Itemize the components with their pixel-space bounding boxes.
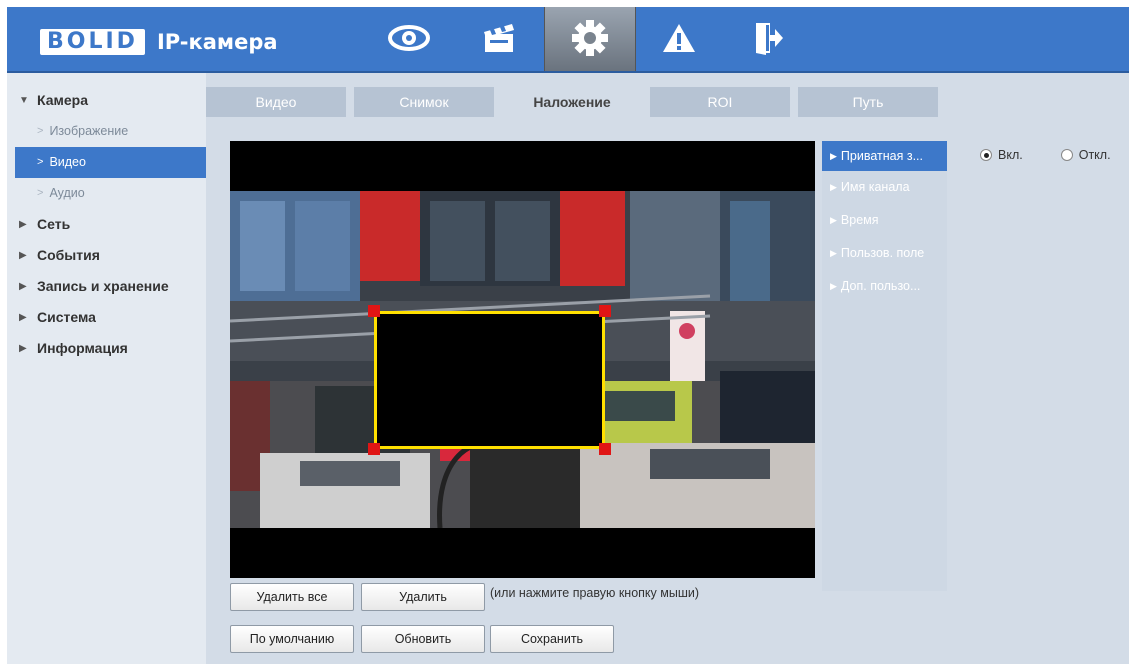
triangle-right-icon: ▶ — [830, 151, 837, 161]
overlay-item-extra-custom[interactable]: ▶ Доп. пользо... — [822, 270, 947, 303]
sidebar-item-label: Информация — [37, 340, 128, 356]
sidebar-subitem-label: Изображение — [49, 124, 129, 138]
radio-off[interactable] — [1060, 149, 1073, 161]
video-preview[interactable] — [230, 141, 815, 578]
triangle-right-icon: ▶ — [19, 343, 27, 354]
triangle-right-icon: ▶ — [19, 250, 27, 261]
gear-icon — [570, 18, 610, 61]
overlay-item-privacy[interactable]: ▶ Приватная з... — [822, 141, 947, 171]
sidebar-subitem-audio[interactable]: > Аудио — [7, 178, 206, 209]
triangle-right-icon: ▶ — [19, 219, 27, 230]
nav-live-button[interactable] — [364, 7, 454, 71]
nav-settings-button[interactable] — [544, 7, 636, 71]
product-name: IP-камера — [156, 30, 278, 54]
radio-on[interactable] — [980, 149, 992, 161]
radio-off-label: Откл. — [1078, 148, 1111, 162]
chevron-right-icon: > — [37, 156, 44, 168]
refresh-button[interactable]: Обновить — [361, 625, 485, 653]
sidebar-subitem-video[interactable]: > Видео — [15, 147, 206, 178]
sidebar-item-label: Камера — [37, 92, 88, 108]
overlay-item-label: Время — [840, 213, 879, 227]
triangle-right-icon: ▶ — [19, 281, 27, 292]
sidebar-item-storage[interactable]: ▶ Запись и хранение — [7, 271, 206, 302]
warning-icon — [661, 22, 697, 57]
resize-handle[interactable] — [599, 443, 611, 455]
radio-on-label: Вкл. — [998, 148, 1023, 162]
triangle-right-icon: ▶ — [830, 281, 837, 291]
tab-roi[interactable]: ROI — [650, 87, 790, 117]
triangle-right-icon: ▶ — [19, 312, 27, 323]
sidebar-item-label: События — [37, 247, 100, 263]
resize-handle[interactable] — [368, 443, 380, 455]
nav-logout-button[interactable] — [724, 7, 814, 71]
tab-path[interactable]: Путь — [798, 87, 938, 117]
delete-all-button[interactable]: Удалить все — [230, 583, 354, 611]
tab-snapshot[interactable]: Снимок — [354, 87, 494, 117]
default-button[interactable]: По умолчанию — [230, 625, 354, 653]
sidebar: ▼ Камера > Изображение > Видео > Аудио ▶… — [7, 73, 206, 664]
overlay-type-list: ▶ Приватная з... ▶ Имя канала ▶ Время ▶ … — [822, 141, 947, 591]
clapperboard-icon — [482, 22, 516, 57]
sidebar-subitem-label: Видео — [49, 155, 86, 169]
resize-handle[interactable] — [368, 305, 380, 317]
tab-overlay[interactable]: Наложение — [502, 87, 642, 117]
exit-icon — [754, 21, 784, 58]
nav-alarm-button[interactable] — [634, 7, 724, 71]
overlay-item-channel-name[interactable]: ▶ Имя канала — [822, 171, 947, 204]
triangle-right-icon: ▶ — [830, 215, 837, 225]
resize-handle[interactable] — [599, 305, 611, 317]
delete-button[interactable]: Удалить — [361, 583, 485, 611]
chevron-right-icon: > — [37, 187, 44, 199]
sidebar-item-system[interactable]: ▶ Система — [7, 302, 206, 333]
sidebar-item-label: Запись и хранение — [37, 278, 169, 294]
content-panel: Видео Снимок Наложение ROI Путь ▶ Приват… — [206, 73, 1129, 664]
nav-playback-button[interactable] — [454, 7, 544, 71]
tab-bar: Видео Снимок Наложение ROI Путь — [206, 87, 946, 117]
overlay-item-label: Приватная з... — [840, 149, 923, 163]
eye-icon — [388, 24, 430, 55]
logo-mark: BOLID — [40, 29, 145, 55]
triangle-right-icon: ▶ — [830, 182, 837, 192]
tab-video[interactable]: Видео — [206, 87, 346, 117]
save-button[interactable]: Сохранить — [490, 625, 614, 653]
triangle-right-icon: ▶ — [830, 248, 837, 258]
delete-hint: (или нажмите правую кнопку мыши) — [490, 586, 700, 600]
chevron-right-icon: > — [37, 125, 44, 137]
sidebar-item-info[interactable]: ▶ Информация — [7, 333, 206, 364]
sidebar-subitem-label: Аудио — [49, 186, 85, 200]
privacy-mask-area[interactable] — [374, 311, 605, 449]
sidebar-item-camera[interactable]: ▼ Камера — [7, 85, 206, 116]
privacy-toggle: Вкл. Откл. — [980, 148, 1111, 162]
overlay-item-label: Доп. пользо... — [840, 279, 921, 293]
logo: BOLID IP-камера — [40, 27, 278, 57]
sidebar-item-label: Сеть — [37, 216, 71, 232]
overlay-item-custom-field[interactable]: ▶ Пользов. поле — [822, 237, 947, 270]
sidebar-item-label: Система — [37, 309, 96, 325]
sidebar-item-network[interactable]: ▶ Сеть — [7, 209, 206, 240]
overlay-item-label: Пользов. поле — [840, 246, 925, 260]
triangle-down-icon: ▼ — [19, 95, 29, 106]
overlay-item-label: Имя канала — [840, 180, 910, 194]
sidebar-subitem-image[interactable]: > Изображение — [7, 116, 206, 147]
overlay-item-time[interactable]: ▶ Время — [822, 204, 947, 237]
sidebar-item-events[interactable]: ▶ События — [7, 240, 206, 271]
top-bar: BOLID IP-камера — [7, 7, 1129, 73]
